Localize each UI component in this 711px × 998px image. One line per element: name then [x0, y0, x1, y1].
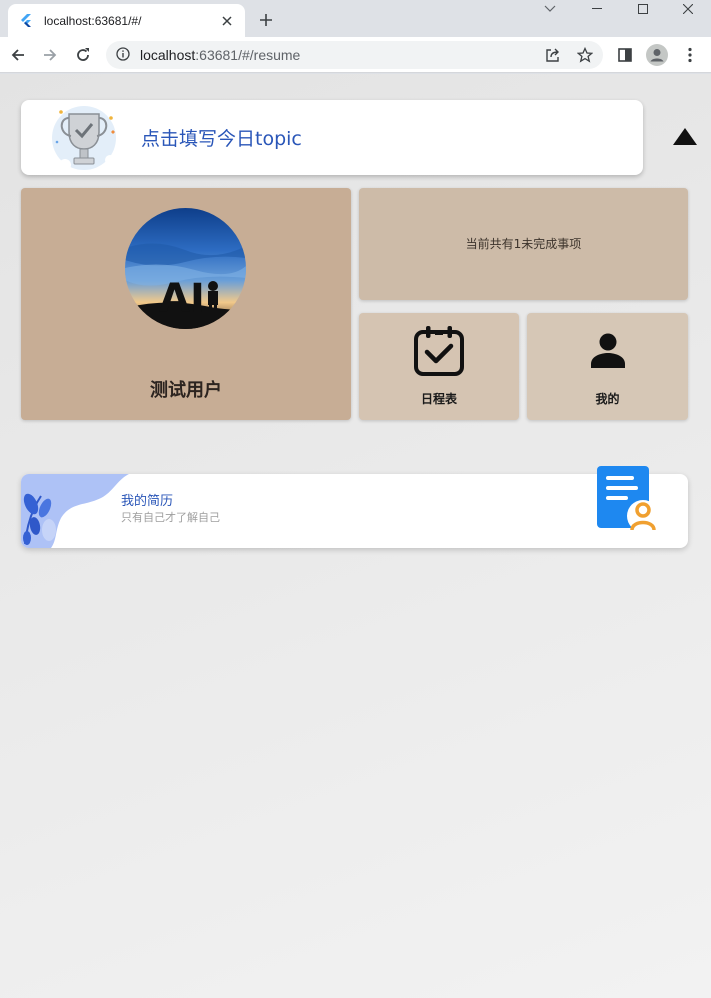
me-tile[interactable]: 我的: [527, 313, 688, 420]
calendar-check-icon: [413, 325, 465, 381]
username: 测试用户: [150, 380, 222, 401]
url-path: :63681/#/resume: [195, 47, 301, 63]
close-window-icon[interactable]: [665, 0, 711, 18]
todo-summary-text: 当前共有1未完成事项: [465, 237, 582, 251]
site-info-icon[interactable]: [116, 46, 130, 65]
svg-text:AI: AI: [159, 276, 205, 322]
browser-tab[interactable]: localhost:63681/#/: [8, 4, 245, 37]
browser-toolbar: localhost:63681/#/resume: [0, 37, 711, 73]
schedule-tile[interactable]: 日程表: [359, 313, 519, 420]
browser-tabstrip: localhost:63681/#/: [0, 0, 711, 37]
app-page: 点击填写今日topic AI 测试用户 当前共有1未完成事项 日程表 我的 我的…: [0, 74, 711, 998]
user-profile-tile[interactable]: AI 测试用户: [21, 188, 351, 420]
bookmark-star-icon[interactable]: [573, 43, 597, 67]
resume-user-icon: [596, 466, 660, 540]
todo-summary-tile[interactable]: 当前共有1未完成事项: [359, 188, 688, 300]
share-icon[interactable]: [541, 43, 565, 67]
url-text: localhost:63681/#/resume: [140, 47, 300, 63]
side-panel-icon[interactable]: [613, 43, 637, 67]
new-tab-icon[interactable]: [254, 8, 278, 32]
topic-card[interactable]: 点击填写今日topic: [21, 100, 643, 175]
address-bar[interactable]: localhost:63681/#/resume: [106, 41, 603, 69]
profile-avatar-icon[interactable]: [645, 43, 669, 67]
reload-icon[interactable]: [71, 43, 95, 67]
flutter-favicon-icon: [20, 13, 34, 28]
resume-card[interactable]: 我的简历 只有自己才了解自己: [21, 474, 688, 548]
menu-kebab-icon[interactable]: [678, 43, 702, 67]
forward-icon[interactable]: [38, 43, 62, 67]
tab-title: localhost:63681/#/: [44, 13, 142, 28]
maximize-icon[interactable]: [620, 0, 666, 18]
tab-close-icon[interactable]: [219, 13, 235, 29]
trophy-icon: [45, 102, 121, 174]
topic-prompt-text[interactable]: 点击填写今日topic: [141, 124, 302, 151]
back-icon[interactable]: [6, 43, 30, 67]
tab-search-icon[interactable]: [527, 0, 573, 18]
leaf-decoration-icon: [21, 474, 133, 548]
url-host: localhost: [140, 47, 196, 63]
resume-subtitle: 只有自己才了解自己: [121, 511, 220, 524]
minimize-icon[interactable]: [574, 0, 620, 18]
person-icon: [590, 332, 626, 372]
schedule-label: 日程表: [420, 392, 457, 406]
resume-title: 我的简历: [121, 494, 174, 509]
me-label: 我的: [595, 392, 620, 406]
collapse-triangle-icon[interactable]: [672, 126, 698, 148]
avatar: AI: [125, 208, 246, 329]
